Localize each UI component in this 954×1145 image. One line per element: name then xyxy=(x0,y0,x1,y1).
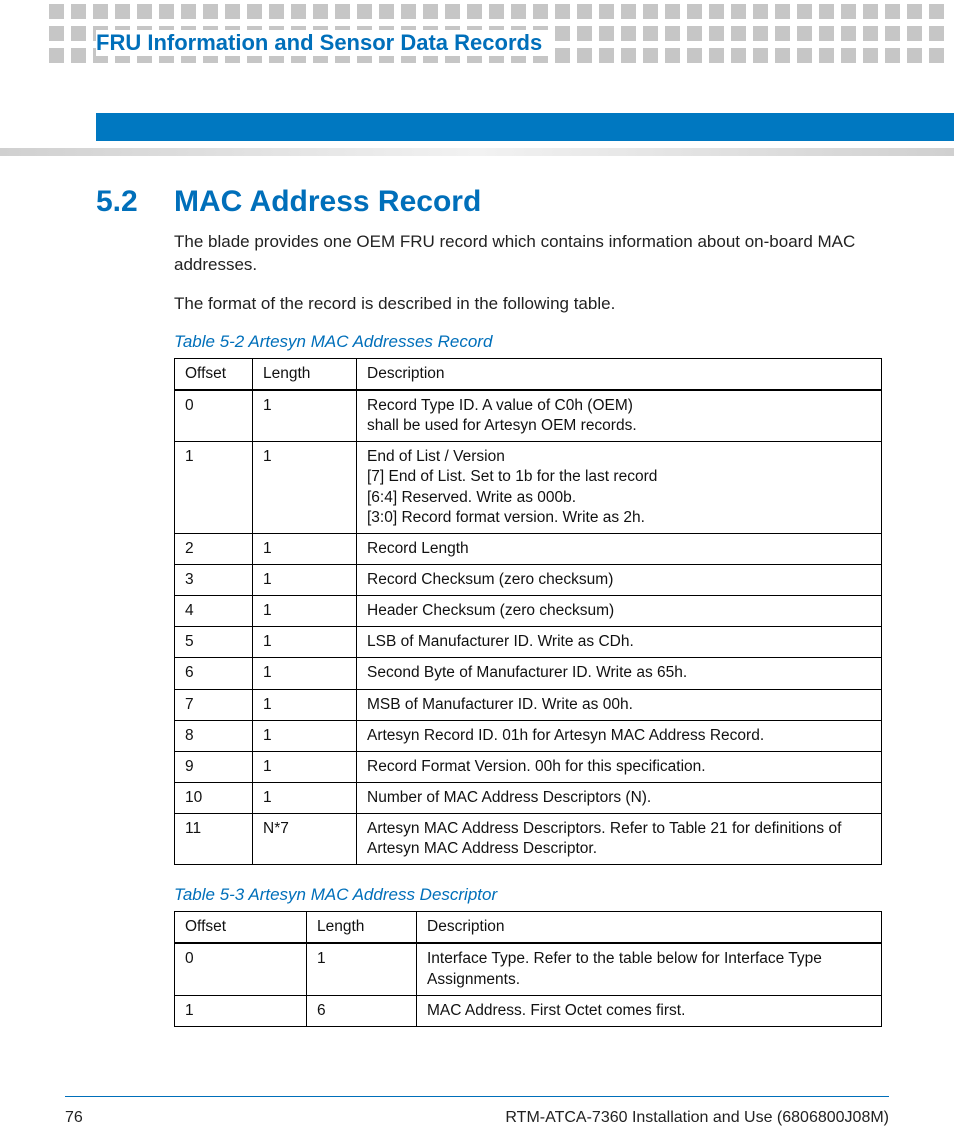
section-heading: 5.2MAC Address Record xyxy=(96,185,882,219)
table-row: 91Record Format Version. 00h for this sp… xyxy=(175,751,882,782)
table-cell: Record Length xyxy=(357,533,882,564)
table-cell: 1 xyxy=(253,596,357,627)
table-cell: 1 xyxy=(253,564,357,595)
col-offset: Offset xyxy=(175,358,253,390)
col-description: Description xyxy=(417,912,882,944)
table-cell: 0 xyxy=(175,390,253,442)
table-header-row: Offset Length Description xyxy=(175,358,882,390)
table-row: 01Interface Type. Refer to the table bel… xyxy=(175,943,882,995)
table-cell: 3 xyxy=(175,564,253,595)
table-row: 21Record Length xyxy=(175,533,882,564)
table-cell: 1 xyxy=(253,658,357,689)
table-cell: 1 xyxy=(307,943,417,995)
table-row: 61Second Byte of Manufacturer ID. Write … xyxy=(175,658,882,689)
table-row: 101Number of MAC Address Descriptors (N)… xyxy=(175,782,882,813)
col-offset: Offset xyxy=(175,912,307,944)
table-row: 71MSB of Manufacturer ID. Write as 00h. xyxy=(175,689,882,720)
table-cell: 9 xyxy=(175,751,253,782)
col-length: Length xyxy=(307,912,417,944)
table-cell: 1 xyxy=(253,442,357,534)
table-cell: 1 xyxy=(175,442,253,534)
table-cell: 0 xyxy=(175,943,307,995)
table-cell: 11 xyxy=(175,814,253,865)
table-cell: 7 xyxy=(175,689,253,720)
paragraph: The blade provides one OEM FRU record wh… xyxy=(174,231,882,277)
table-cell: 1 xyxy=(253,390,357,442)
table-cell: MAC Address. First Octet comes first. xyxy=(417,995,882,1026)
table-row: 41Header Checksum (zero checksum) xyxy=(175,596,882,627)
table-cell: End of List / Version[7] End of List. Se… xyxy=(357,442,882,534)
col-length: Length xyxy=(253,358,357,390)
table-caption-2: Table 5-3 Artesyn MAC Address Descriptor xyxy=(174,885,882,905)
table-row: 11End of List / Version[7] End of List. … xyxy=(175,442,882,534)
footer-rule xyxy=(65,1096,889,1097)
table-cell: Interface Type. Refer to the table below… xyxy=(417,943,882,995)
table-cell: 1 xyxy=(253,751,357,782)
page-footer: 76 RTM-ATCA-7360 Installation and Use (6… xyxy=(65,1109,889,1127)
mac-addresses-record-table: Offset Length Description 01Record Type … xyxy=(174,358,882,866)
table-cell: 1 xyxy=(175,995,307,1026)
table-cell: 1 xyxy=(253,720,357,751)
table-cell: 10 xyxy=(175,782,253,813)
table-row: 01Record Type ID. A value of C0h (OEM)sh… xyxy=(175,390,882,442)
col-description: Description xyxy=(357,358,882,390)
table-caption-1: Table 5-2 Artesyn MAC Addresses Record xyxy=(174,332,882,352)
table-cell: Artesyn Record ID. 01h for Artesyn MAC A… xyxy=(357,720,882,751)
table-cell: LSB of Manufacturer ID. Write as CDh. xyxy=(357,627,882,658)
table-cell: 5 xyxy=(175,627,253,658)
header-gradient-bar xyxy=(0,148,954,156)
table-row: 51LSB of Manufacturer ID. Write as CDh. xyxy=(175,627,882,658)
table-cell: Record Checksum (zero checksum) xyxy=(357,564,882,595)
section-title: MAC Address Record xyxy=(174,185,481,218)
table-cell: Artesyn MAC Address Descriptors. Refer t… xyxy=(357,814,882,865)
table-row: 11N*7Artesyn MAC Address Descriptors. Re… xyxy=(175,814,882,865)
table-cell: 2 xyxy=(175,533,253,564)
table-cell: Record Type ID. A value of C0h (OEM)shal… xyxy=(357,390,882,442)
table-cell: 1 xyxy=(253,533,357,564)
table-cell: 1 xyxy=(253,627,357,658)
table-row: 81Artesyn Record ID. 01h for Artesyn MAC… xyxy=(175,720,882,751)
table-header-row: Offset Length Description xyxy=(175,912,882,944)
table-cell: MSB of Manufacturer ID. Write as 00h. xyxy=(357,689,882,720)
table-cell: 8 xyxy=(175,720,253,751)
table-cell: 6 xyxy=(175,658,253,689)
table-cell: N*7 xyxy=(253,814,357,865)
table-cell: 6 xyxy=(307,995,417,1026)
table-cell: Header Checksum (zero checksum) xyxy=(357,596,882,627)
section-number: 5.2 xyxy=(96,185,174,219)
page-number: 76 xyxy=(65,1109,83,1127)
table-cell: 4 xyxy=(175,596,253,627)
table-row: 16MAC Address. First Octet comes first. xyxy=(175,995,882,1026)
table-cell: 1 xyxy=(253,689,357,720)
header-blue-bar xyxy=(96,113,954,141)
doc-title: RTM-ATCA-7360 Installation and Use (6806… xyxy=(505,1109,889,1127)
table-cell: Record Format Version. 00h for this spec… xyxy=(357,751,882,782)
table-row: 31Record Checksum (zero checksum) xyxy=(175,564,882,595)
chapter-title: FRU Information and Sensor Data Records xyxy=(96,30,552,56)
table-cell: Number of MAC Address Descriptors (N). xyxy=(357,782,882,813)
mac-address-descriptor-table: Offset Length Description 01Interface Ty… xyxy=(174,911,882,1027)
table-cell: 1 xyxy=(253,782,357,813)
table-cell: Second Byte of Manufacturer ID. Write as… xyxy=(357,658,882,689)
paragraph: The format of the record is described in… xyxy=(174,293,882,316)
